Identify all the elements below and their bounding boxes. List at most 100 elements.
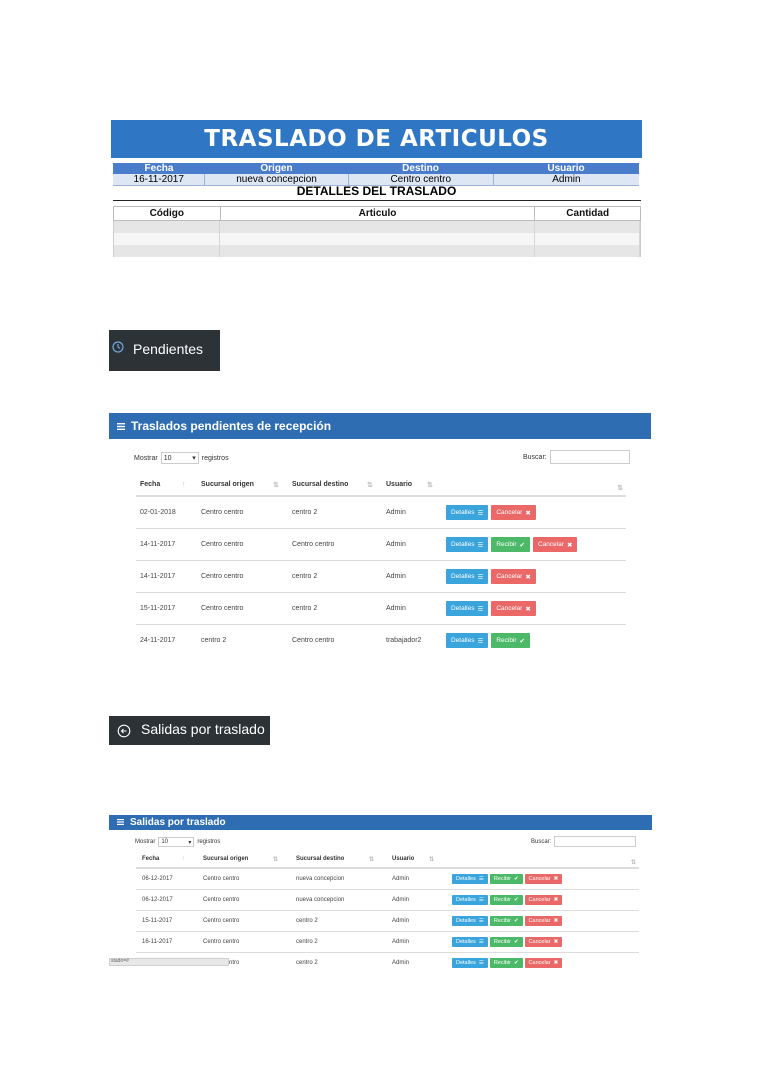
cell-actions: Detalles ☰ Cancelar ✖ [442,592,626,625]
detalles-button[interactable]: Detalles ☰ [452,916,488,926]
search-label: Buscar: [523,453,547,461]
pendientes-table: Fecha ↑ Sucursal origen ⇅ Sucursal destino… [136,473,626,656]
column-fecha[interactable]: Fecha ↑ [136,851,197,869]
column-usuario[interactable]: Usuario ⇅ [386,851,446,869]
cell-usuario: Admin [386,889,446,911]
cell-fecha: 16-11-2017 [136,931,197,953]
recibir-button[interactable]: Recibir ✔ [489,916,523,926]
list-icon: ☰ [478,960,484,966]
show-label: Mostrar [135,839,156,845]
traslado-document: TRASLADO DE ARTICULOS Fecha Origen Desti… [111,120,642,260]
cancelar-button[interactable]: Cancelar ✖ [524,958,563,968]
recibir-button[interactable]: Recibir ✔ [489,874,523,884]
cancelar-button[interactable]: Cancelar ✖ [533,537,578,552]
check-icon: ✔ [513,939,519,945]
page-length-select[interactable]: 10 ▾ [158,837,195,847]
detalles-button[interactable]: Detalles ☰ [452,874,488,884]
search-input[interactable] [549,450,630,464]
detalles-button[interactable]: Detalles ☰ [452,937,488,947]
table-row: 16-11-2017Centro centrocentro 2Admin Deta… [136,931,639,953]
cell-origen: Centro centro [197,867,290,890]
clock-icon [109,338,127,356]
table-row: 02-01-2018 Centro centro centro 2 Admin Deta… [136,495,626,529]
cancelar-button[interactable]: Cancelar ✖ [524,874,563,884]
detalles-button[interactable]: Detalles ☰ [446,633,489,648]
detalles-button[interactable]: Detalles ☰ [452,958,488,968]
column-usuario[interactable]: Usuario ⇅ [382,473,442,497]
cell-actions: Detalles ☰ Recibir ✔ Cancelar ✖ [446,889,639,911]
detalles-label: Detalles [456,960,476,966]
cell-destino: Centro centro [288,528,382,561]
sort-icon: ⇅ [273,481,279,489]
cancelar-button[interactable]: Cancelar ✖ [524,916,563,926]
page-length-select[interactable]: 10 ▾ [160,452,199,464]
cell-usuario: Admin [382,495,442,529]
cancelar-label: Cancelar [528,876,551,882]
horizontal-scrollbar[interactable]: stado=# [109,958,229,966]
detalles-label: Detalles [451,573,475,580]
list-icon: ☰ [478,918,484,924]
recibir-button[interactable]: Recibir ✔ [489,895,523,905]
detalles-label: Detalles [456,876,476,882]
recibir-label: Recibir [493,897,511,903]
detalles-label: Detalles [456,918,476,924]
check-icon: ✔ [513,897,519,903]
recibir-label: Recibir [493,939,511,945]
details-header-row: Código Articulo Cantidad [113,206,641,221]
detalles-button[interactable]: Detalles ☰ [446,569,489,584]
cancelar-label: Cancelar [528,939,551,945]
cancelar-button[interactable]: Cancelar ✖ [491,601,536,616]
times-icon: ✖ [553,897,559,903]
column-fecha[interactable]: Fecha ↑ [136,473,197,497]
show-label: Mostrar [134,454,158,462]
cell-actions: Detalles ☰ Cancelar ✖ [442,560,626,593]
recibir-label: Recibir [493,876,511,882]
details-table: Código Articulo Cantidad [113,206,641,257]
table-row: 15-11-2017 Centro centro centro 2 Admin Deta… [136,592,626,625]
check-icon: ✔ [513,918,519,924]
cell-origen: Centro centro [197,592,288,625]
recibir-button[interactable]: Recibir ✔ [491,633,530,648]
panel-title: Salidas por traslado [130,817,226,828]
list-icon: ☰ [477,637,484,645]
recibir-button[interactable]: Recibir ✔ [489,937,523,947]
detalles-label: Detalles [451,509,475,516]
cell-fecha: 24-11-2017 [136,624,197,656]
cell-destino: centro 2 [288,560,382,593]
column-sucursal-origen[interactable]: Sucursal origen ⇅ [197,851,290,869]
detalles-button[interactable]: Detalles ☰ [446,601,489,616]
search-control: Buscar: [523,450,630,464]
sort-icon: ⇅ [429,857,435,863]
recibir-button[interactable]: Recibir ✔ [491,537,530,552]
recibir-button[interactable]: Recibir ✔ [489,958,523,968]
sort-asc-icon: ↑ [182,856,185,862]
search-input[interactable] [554,836,637,847]
cell-usuario: Admin [382,592,442,625]
cancelar-button[interactable]: Cancelar ✖ [524,895,563,905]
cell-origen: Centro centro [197,560,288,593]
column-sucursal-destino[interactable]: Sucursal destino ⇅ [288,473,382,497]
header-fecha: Fecha [144,163,174,174]
detalles-label: Detalles [456,897,476,903]
column-sucursal-destino[interactable]: Sucursal destino ⇅ [290,851,386,869]
column-sucursal-origen[interactable]: Sucursal origen ⇅ [197,473,288,497]
menu-bars-icon [117,419,125,433]
records-label: registros [197,839,221,845]
salidas-panel: Salidas por traslado Mostrar 10 ▾ regist… [109,815,652,973]
detalles-button[interactable]: Detalles ☰ [452,895,488,905]
detalles-button[interactable]: Detalles ☰ [446,537,489,552]
dropdown-caret-icon: ▾ [192,455,196,462]
cell-fecha: 02-01-2018 [136,495,197,529]
cancelar-button[interactable]: Cancelar ✖ [524,937,563,947]
times-icon: ✖ [525,573,531,581]
cancelar-button[interactable]: Cancelar ✖ [491,505,536,520]
cancelar-button[interactable]: Cancelar ✖ [491,569,536,584]
salidas-menu-button[interactable]: Salidas por traslado [109,716,270,745]
cancelar-label: Cancelar [496,573,523,580]
cancelar-label: Cancelar [496,605,523,612]
details-header-articulo: Articulo [221,207,536,220]
detalles-button[interactable]: Detalles ☰ [446,505,489,520]
pendientes-menu-button[interactable]: Pendientes [109,330,220,371]
cell-actions: Detalles ☰ Cancelar ✖ [442,495,626,529]
list-icon: ☰ [477,509,484,517]
